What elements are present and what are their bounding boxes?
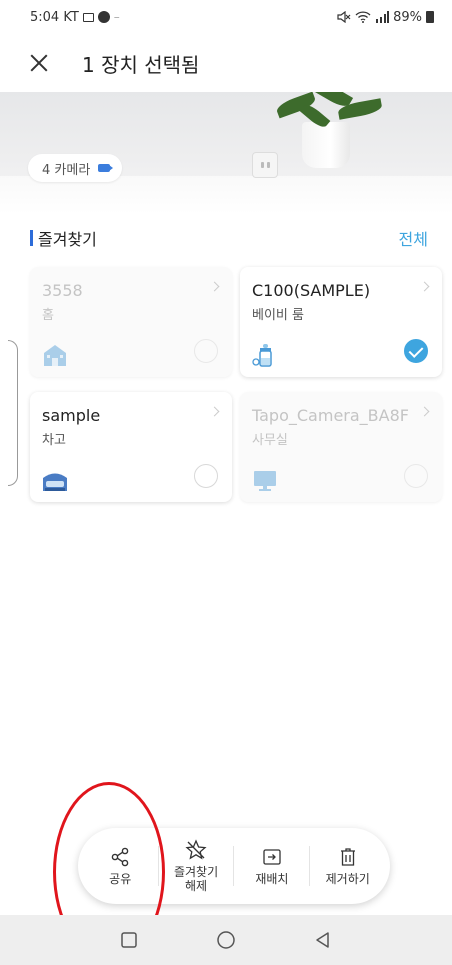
wifi-icon: [355, 11, 371, 23]
action-divider: [309, 846, 311, 886]
device-room: 차고: [42, 433, 66, 448]
outlet-image: [252, 152, 278, 178]
device-room: 베이비 룸: [252, 308, 304, 323]
back-icon[interactable]: [312, 929, 334, 951]
page-title: 1 장치 선택됨: [82, 52, 200, 77]
status-left: 5:04 KT –: [30, 10, 120, 25]
signal-icon: [376, 11, 390, 23]
rearrange-button[interactable]: 재배치: [237, 846, 307, 886]
status-time: 5:04 KT: [30, 9, 79, 25]
gallery-icon: [82, 12, 94, 22]
dash-icon: –: [113, 10, 120, 24]
plant-pot-image: [302, 122, 350, 168]
action-bar: 공유 즐겨찾기 해제 재배치 제거하기: [78, 828, 390, 904]
favorites-title: 즐겨찾기: [30, 226, 97, 250]
device-card[interactable]: sample 차고: [30, 392, 232, 502]
device-name: Tapo_Camera_BA8F: [252, 406, 409, 425]
app-notification-icon: [97, 11, 110, 23]
close-icon[interactable]: [28, 52, 50, 74]
favorites-label: 즐겨찾기: [38, 230, 97, 249]
system-nav-bar: [0, 915, 452, 965]
action-divider: [157, 846, 159, 886]
rearrange-label: 재배치: [255, 872, 289, 886]
garage-car-icon: [43, 473, 67, 491]
share-label: 공유: [109, 872, 132, 886]
device-room: 사무실: [252, 433, 288, 448]
side-handle[interactable]: [8, 340, 18, 486]
select-checkbox[interactable]: [404, 464, 428, 488]
action-divider: [233, 846, 235, 886]
remove-label: 제거하기: [325, 872, 370, 886]
camera-count-label: 4 카메라: [42, 162, 91, 178]
status-bar: 5:04 KT – 89%: [0, 0, 452, 34]
selection-header: 1 장치 선택됨: [0, 34, 452, 92]
unfavorite-label-line2: 해제: [184, 879, 208, 893]
unfavorite-button[interactable]: 즐겨찾기 해제: [161, 839, 231, 893]
unfavorite-label: 즐겨찾기 해제: [174, 865, 218, 893]
device-room: 홈: [42, 308, 54, 323]
share-button[interactable]: 공유: [85, 846, 155, 886]
monitor-icon: [254, 471, 276, 491]
device-name: sample: [42, 406, 101, 425]
home-icon[interactable]: [215, 929, 237, 951]
select-checkbox[interactable]: [194, 464, 218, 488]
section-marker: [30, 230, 33, 246]
baby-bottle-icon: [252, 344, 272, 367]
device-name: C100(SAMPLE): [252, 281, 371, 300]
select-checkbox-checked[interactable]: [404, 339, 428, 363]
mute-icon: [337, 11, 351, 23]
hero-banner: 4 카메라: [0, 92, 452, 214]
status-right: 89%: [337, 10, 434, 25]
camera-count-chip[interactable]: 4 카메라: [28, 154, 123, 182]
trash-icon: [338, 846, 358, 868]
star-off-icon: [185, 839, 207, 861]
device-card[interactable]: 3558 홈: [30, 267, 232, 377]
device-name: 3558: [42, 281, 83, 300]
device-card[interactable]: Tapo_Camera_BA8F 사무실: [240, 392, 442, 502]
select-checkbox[interactable]: [194, 339, 218, 363]
share-icon: [110, 846, 130, 868]
house-icon: [44, 345, 66, 366]
battery-percent: 89%: [393, 9, 422, 25]
unfavorite-label-line1: 즐겨찾기: [173, 865, 219, 879]
recent-apps-icon[interactable]: [118, 929, 140, 951]
remove-button[interactable]: 제거하기: [313, 846, 383, 886]
move-in-icon: [262, 846, 282, 868]
video-camera-icon: [98, 164, 114, 172]
view-all-link[interactable]: 전체: [399, 226, 428, 250]
device-card[interactable]: C100(SAMPLE) 베이비 룸: [240, 267, 442, 377]
battery-icon: [426, 11, 434, 23]
favorites-header: 즐겨찾기 전체: [30, 224, 428, 252]
